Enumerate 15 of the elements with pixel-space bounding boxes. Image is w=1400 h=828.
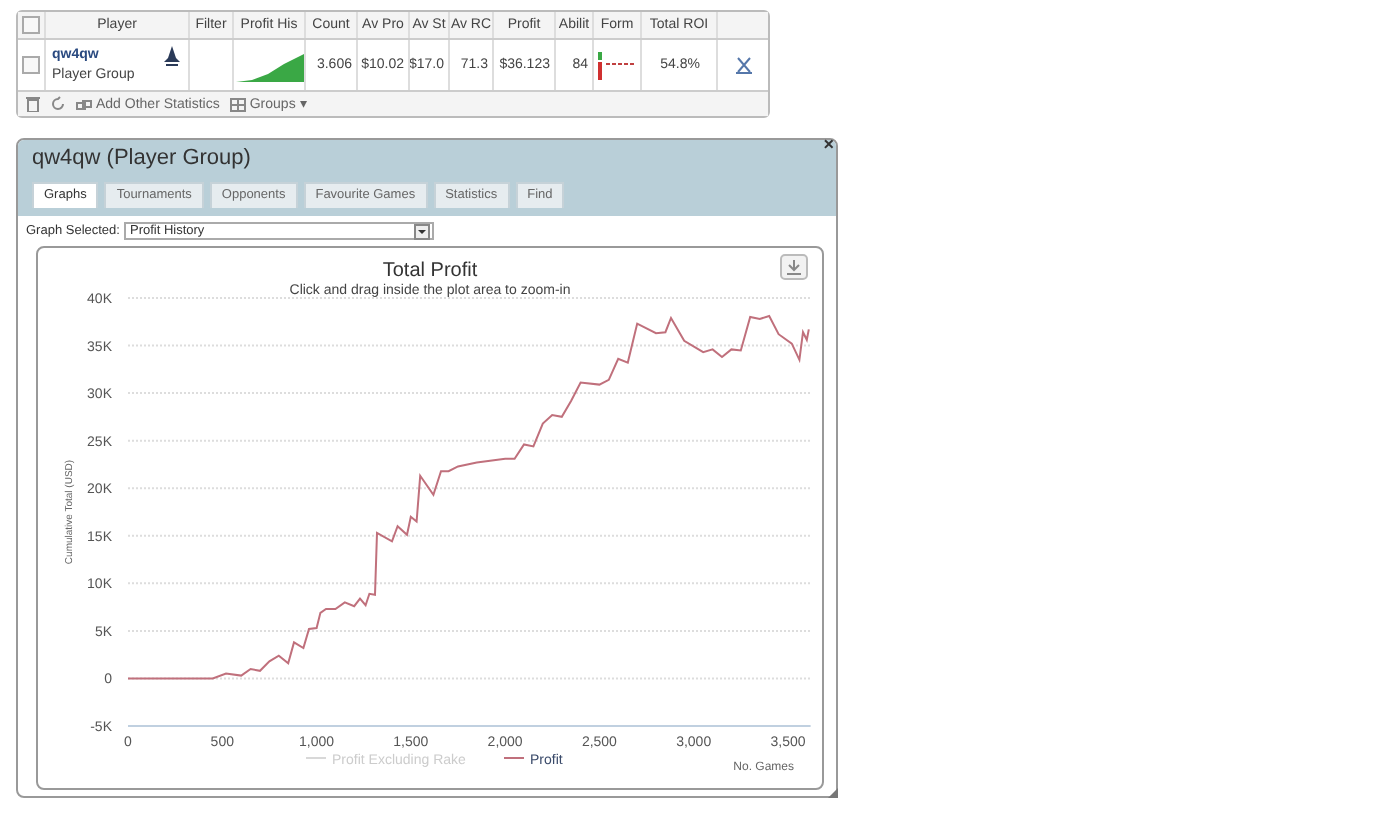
checkbox[interactable]: [22, 16, 40, 34]
chart-title: Total Profit: [382, 260, 478, 282]
trash-icon[interactable]: [26, 96, 40, 112]
dropdown-arrow-icon: [413, 223, 430, 239]
panel-title: qw4qw (Player Group): [32, 146, 253, 170]
resize-handle-icon[interactable]: [828, 788, 838, 798]
download-button[interactable]: [780, 254, 808, 280]
close-button[interactable]: ×: [823, 134, 834, 154]
player-icon: [162, 46, 182, 66]
remove-icon[interactable]: [735, 56, 751, 74]
checkbox[interactable]: [22, 56, 40, 74]
grid-icon: [229, 97, 246, 111]
form-drawing: [595, 51, 639, 79]
refresh-icon[interactable]: [50, 96, 66, 112]
link-icon: [76, 97, 92, 111]
